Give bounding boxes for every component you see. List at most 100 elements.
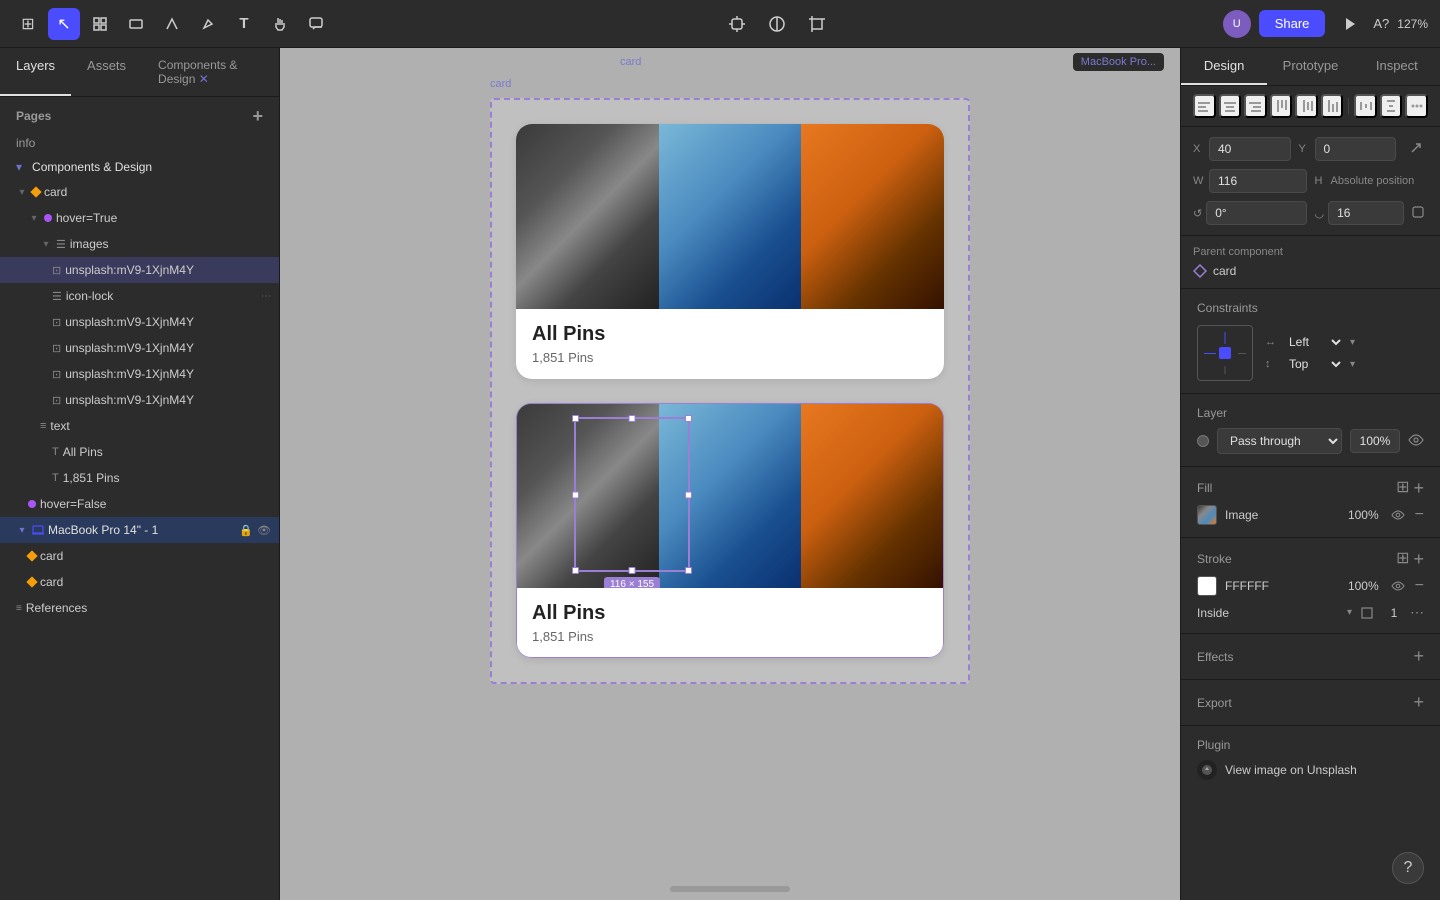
share-button[interactable]: Share xyxy=(1259,10,1326,37)
toolbar: ⊞ ↖ T U Share xyxy=(0,0,1440,48)
add-export-button[interactable]: + xyxy=(1413,692,1424,713)
remove-stroke-button[interactable]: − xyxy=(1415,577,1424,595)
layer-unsplash-selected[interactable]: ⊡ unsplash:mV9-1XjnM4Y xyxy=(0,257,279,283)
add-stroke-button[interactable]: + xyxy=(1413,550,1424,568)
layer-all-pins[interactable]: T All Pins xyxy=(0,439,279,465)
layer-unsplash2[interactable]: ⊡ unsplash:mV9-1XjnM4Y xyxy=(0,309,279,335)
stroke-header: Stroke ⊞ + xyxy=(1197,550,1424,568)
layer-name-macbook: MacBook Pro 14" - 1 xyxy=(48,523,235,537)
fill-thumbnail[interactable] xyxy=(1197,505,1217,525)
card-upper-subtitle: 1,851 Pins xyxy=(532,350,928,365)
constraint-horizontal-select[interactable]: Left Right Center Scale Stretch xyxy=(1285,334,1344,350)
layer-images[interactable]: ▾ ☰ images xyxy=(0,231,279,257)
blend-mode-select[interactable]: Pass through Normal Multiply Screen Over… xyxy=(1217,428,1342,454)
align-right-button[interactable] xyxy=(1244,94,1267,118)
panel-tabs: Layers Assets Components & Design ✕ xyxy=(0,48,279,97)
x-input[interactable] xyxy=(1209,137,1291,161)
comment-tool[interactable] xyxy=(300,8,332,40)
tab-components[interactable]: Components & Design ✕ xyxy=(142,48,279,96)
layer-unsplash5[interactable]: ⊡ unsplash:mV9-1XjnM4Y xyxy=(0,387,279,413)
layer-unsplash4[interactable]: ⊡ unsplash:mV9-1XjnM4Y xyxy=(0,361,279,387)
layer-text-group[interactable]: ≡ text xyxy=(0,413,279,439)
shape-tool[interactable] xyxy=(120,8,152,40)
theme-icon[interactable] xyxy=(761,8,793,40)
align-top-button[interactable] xyxy=(1270,94,1293,118)
tab-layers[interactable]: Layers xyxy=(0,48,71,96)
layer-unsplash3[interactable]: ⊡ unsplash:mV9-1XjnM4Y xyxy=(0,335,279,361)
stroke-color-swatch[interactable] xyxy=(1197,576,1217,596)
add-effect-button[interactable]: + xyxy=(1413,646,1424,667)
plugin-name: View image on Unsplash xyxy=(1225,763,1424,777)
layer-hover-false[interactable]: hover=False xyxy=(0,491,279,517)
left-panel: Layers Assets Components & Design ✕ Page… xyxy=(0,48,280,900)
layer-references[interactable]: ≡ References xyxy=(0,595,279,621)
align-left-button[interactable] xyxy=(1193,94,1216,118)
image-icon2: ⊡ xyxy=(52,316,61,329)
add-page-button[interactable]: + xyxy=(252,107,263,125)
y-input[interactable] xyxy=(1315,137,1397,161)
hand-tool[interactable] xyxy=(264,8,296,40)
constraints-dropdowns: ↔ Left Right Center Scale Stretch ▾ ↕ xyxy=(1265,334,1424,372)
page-item-info[interactable]: info xyxy=(0,131,279,155)
corner-input[interactable] xyxy=(1328,201,1404,225)
canvas-scrollbar[interactable] xyxy=(670,886,790,892)
remove-fill-button[interactable]: − xyxy=(1415,506,1424,524)
diamond-icon xyxy=(30,186,41,197)
w-input[interactable] xyxy=(1209,169,1307,193)
layer-card-group[interactable]: ▾ card xyxy=(0,179,279,205)
zoom-level[interactable]: 127% xyxy=(1397,17,1428,31)
tab-design[interactable]: Design xyxy=(1181,48,1267,85)
layer-section: Layer Pass through Normal Multiply Scree… xyxy=(1181,394,1440,467)
plugin-logo xyxy=(1197,760,1217,780)
align-bottom-button[interactable] xyxy=(1321,94,1344,118)
vector-tool[interactable] xyxy=(156,8,188,40)
tab-assets[interactable]: Assets xyxy=(71,48,142,96)
layer-card-child2[interactable]: card xyxy=(0,569,279,595)
fill-visibility-button[interactable] xyxy=(1391,508,1405,523)
layer-hover-true[interactable]: ▾ hover=True xyxy=(0,205,279,231)
tab-prototype[interactable]: Prototype xyxy=(1267,48,1353,85)
canvas-area[interactable]: card MacBook Pro... card All Pins xyxy=(280,48,1180,900)
distribute-v-button[interactable] xyxy=(1380,94,1403,118)
select-tool[interactable]: ↖ xyxy=(48,8,80,40)
add-fill-button[interactable]: + xyxy=(1413,479,1424,497)
opacity-input[interactable] xyxy=(1350,429,1400,453)
text-tool[interactable]: T xyxy=(228,8,260,40)
lock-icon-macbook[interactable]: 🔒 xyxy=(239,524,253,537)
crop-icon[interactable] xyxy=(801,8,833,40)
layer-visibility-button[interactable] xyxy=(1408,433,1424,449)
layer-icon-lock[interactable]: ☰ icon-lock ⋯ xyxy=(0,283,279,309)
tab-inspect[interactable]: Inspect xyxy=(1354,48,1440,85)
stroke-visibility-button[interactable] xyxy=(1391,579,1405,594)
y-label: Y xyxy=(1299,143,1311,155)
play-button[interactable] xyxy=(1333,8,1365,40)
card-lower-img-2 xyxy=(659,403,802,588)
rotation-input[interactable] xyxy=(1206,201,1306,225)
component-icon[interactable] xyxy=(721,8,753,40)
card-upper[interactable]: All Pins 1,851 Pins xyxy=(516,124,944,379)
corner-type-button[interactable] xyxy=(1408,203,1428,223)
pen-tool[interactable] xyxy=(192,8,224,40)
stroke-more-button[interactable]: ⋯ xyxy=(1410,604,1424,621)
constraints-section: Constraints ↔ Left Right Center xyxy=(1181,289,1440,394)
more-align-button[interactable] xyxy=(1405,94,1428,118)
resize-proportional-button[interactable] xyxy=(1404,137,1428,161)
frame-container: card All Pins 1,851 Pins xyxy=(490,98,970,684)
frame-tool[interactable] xyxy=(84,8,116,40)
fill-grid-button[interactable]: ⊞ xyxy=(1396,479,1409,497)
menu-tool[interactable]: ⊞ xyxy=(12,8,44,40)
layer-macbook-pro[interactable]: ▾ MacBook Pro 14" - 1 🔒 👁 xyxy=(0,517,279,543)
card-lower[interactable]: 116 × 155 ✦ All Pins 1,851 Pins xyxy=(516,403,944,658)
distribute-h-button[interactable] xyxy=(1354,94,1377,118)
corner-field: ◡ xyxy=(1315,201,1429,225)
align-center-v-button[interactable] xyxy=(1295,94,1318,118)
constraint-vertical-select[interactable]: Top Bottom Center Scale Stretch xyxy=(1285,356,1344,372)
help-button[interactable]: ? xyxy=(1392,852,1424,884)
layer-card-child1[interactable]: card xyxy=(0,543,279,569)
align-center-h-button[interactable] xyxy=(1219,94,1242,118)
page-item-components[interactable]: ▾ Components & Design xyxy=(0,155,279,179)
layer-1851-pins[interactable]: T 1,851 Pins xyxy=(0,465,279,491)
stroke-grid-button[interactable]: ⊞ xyxy=(1396,550,1409,568)
visibility-icon-macbook[interactable]: 👁 xyxy=(257,524,271,537)
corner-icon: ◡ xyxy=(1315,207,1325,220)
